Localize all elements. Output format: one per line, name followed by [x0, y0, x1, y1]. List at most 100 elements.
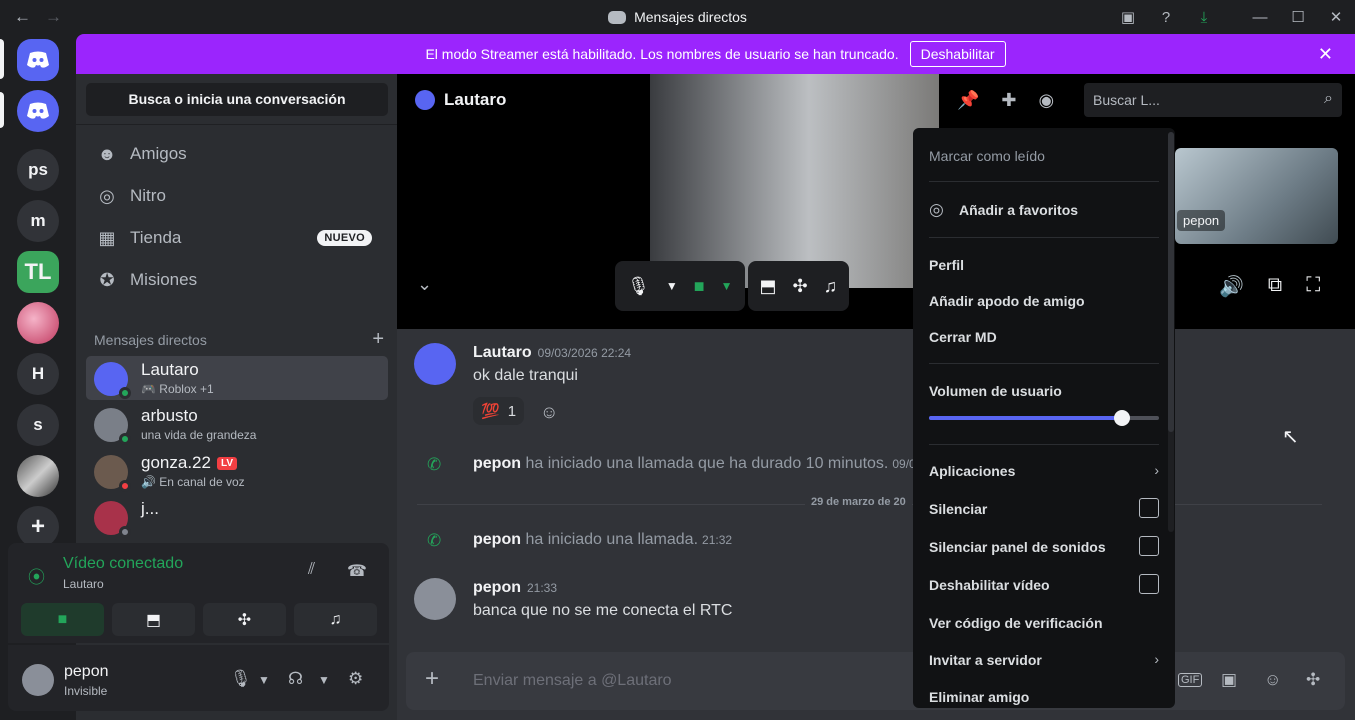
reaction-pill[interactable]: 💯 1 [473, 397, 525, 425]
disconnect-icon[interactable]: ☎ [347, 561, 367, 581]
add-reaction-icon[interactable]: ☺ [540, 402, 558, 423]
dm-item-lautaro[interactable]: Lautaro 🎮 Roblox +1 [86, 356, 388, 400]
close-banner-icon[interactable]: ✕ [1318, 44, 1333, 65]
inbox-icon[interactable]: ▣ [1109, 8, 1147, 26]
camera-icon[interactable]: ■ [694, 276, 705, 297]
mute-checkbox[interactable] [1139, 498, 1159, 518]
menu-add-nickname[interactable]: Añadir apodo de amigo [929, 293, 1159, 309]
server-photo[interactable] [17, 455, 59, 497]
menu-apps[interactable]: Aplicaciones › [929, 462, 1159, 479]
find-conversation-button[interactable]: Busca o inicia una conversación [86, 83, 388, 116]
channel-name[interactable]: Lautaro [444, 90, 506, 110]
connection-signal-icon[interactable]: ⦿ [28, 563, 45, 588]
author-name[interactable]: pepon [473, 455, 521, 472]
scrollbar-thumb[interactable] [1168, 132, 1174, 432]
chevron-down-icon[interactable]: ▼ [666, 279, 678, 293]
nav-nitro[interactable]: ◎ Nitro [86, 176, 388, 216]
popout-icon[interactable]: ⧉ [1268, 274, 1282, 299]
menu-verification-code[interactable]: Ver código de verificación [929, 615, 1159, 631]
menu-mute-soundboard[interactable]: Silenciar panel de sonidos [929, 536, 1159, 556]
help-icon[interactable]: ? [1147, 9, 1185, 26]
noise-suppression-icon[interactable]: ⫽ [308, 561, 315, 579]
avatar[interactable] [22, 664, 54, 696]
user-volume-slider[interactable] [929, 410, 1159, 426]
user-name[interactable]: pepon [64, 663, 109, 681]
message-author[interactable]: Lautaro 09/03/2026 22:24 [473, 344, 631, 362]
video-view-controls: 🔊 ⧉ ⛶ [1219, 274, 1320, 299]
soundboard-icon[interactable]: ♫ [824, 276, 838, 297]
microphone-icon[interactable]: 🎙 [627, 276, 650, 297]
download-icon[interactable]: ⤓ [1185, 9, 1223, 26]
emoji-icon[interactable]: ☺ [1264, 670, 1281, 690]
add-friends-to-dm-icon[interactable]: ✚ [1001, 90, 1016, 111]
server-tl[interactable]: TL [17, 251, 59, 293]
menu-close-dm[interactable]: Cerrar MD [929, 329, 1159, 345]
server-h[interactable]: H [17, 353, 59, 395]
dm-item-arbusto[interactable]: arbusto una vida de grandeza [86, 402, 388, 446]
chevron-down-icon[interactable]: ⌄ [417, 274, 432, 295]
nav-quests[interactable]: ✪ Misiones [86, 260, 388, 300]
create-dm-icon[interactable]: + [372, 328, 384, 351]
server-ps[interactable]: ps [17, 149, 59, 191]
author-name[interactable]: pepon [473, 531, 521, 548]
server-flamingo[interactable] [17, 302, 59, 344]
message-composer[interactable]: + Enviar mensaje a @Lautaro GIF ▣ ☺ ✣ [406, 652, 1345, 710]
chevron-down-icon[interactable]: ▼ [318, 673, 330, 687]
menu-mute[interactable]: Silenciar [929, 498, 1159, 518]
server-m[interactable]: m [17, 200, 59, 242]
disable-streamer-button[interactable]: Deshabilitar [909, 41, 1006, 67]
search-input[interactable]: Buscar L... ⌕ [1084, 83, 1342, 117]
minimize-button[interactable]: — [1241, 9, 1279, 26]
author-name[interactable]: pepon [473, 579, 521, 596]
camera-button[interactable]: ■ [21, 603, 104, 636]
avatar[interactable] [414, 343, 456, 385]
menu-remove-friend[interactable]: Eliminar amigo [929, 689, 1159, 705]
server-dm-discord[interactable] [17, 90, 59, 132]
avatar[interactable] [414, 578, 456, 620]
dm-item-j[interactable]: j... [86, 495, 388, 539]
activities-button[interactable]: ✣ [203, 603, 286, 636]
pin-icon[interactable]: 📌 [957, 90, 979, 111]
soundboard-button[interactable]: ♫ [294, 603, 377, 636]
remote-video-stream[interactable] [650, 74, 939, 288]
attach-plus-icon[interactable]: + [425, 665, 439, 693]
menu-invite-server[interactable]: Invitar a servidor › [929, 651, 1159, 668]
home-button[interactable] [17, 39, 59, 81]
add-server-button[interactable]: + [17, 506, 59, 548]
menu-add-favorite[interactable]: ◎ Añadir a favoritos [929, 200, 1159, 219]
dm-item-gonza[interactable]: gonza.22 LV 🔊 En canal de voz [86, 449, 388, 493]
server-s[interactable]: s [17, 404, 59, 446]
fullscreen-icon[interactable]: ⛶ [1306, 274, 1320, 299]
nav-friends[interactable]: ☻ Amigos [86, 134, 388, 174]
slider-handle[interactable] [1114, 410, 1131, 426]
chevron-down-icon[interactable]: ▼ [258, 673, 270, 687]
share-screen-button[interactable]: ⬒ [112, 603, 195, 636]
author-name[interactable]: Lautaro [473, 344, 532, 361]
mute-soundboard-checkbox[interactable] [1139, 536, 1159, 556]
screen-share-icon[interactable]: ⬒ [760, 276, 777, 297]
menu-profile[interactable]: Perfil [929, 257, 1159, 273]
message-author[interactable]: pepon 21:33 [473, 579, 557, 597]
user-profile-icon[interactable]: ◉ [1039, 90, 1055, 111]
settings-gear-icon[interactable]: ⚙ [348, 669, 363, 689]
volume-icon[interactable]: 🔊 [1219, 274, 1244, 299]
sticker-icon[interactable]: ▣ [1221, 670, 1237, 690]
dm-activity: 🎮 Roblox +1 [141, 382, 214, 396]
activities-icon[interactable]: ✣ [793, 276, 808, 297]
nav-shop[interactable]: ▦ Tienda NUEVO [86, 218, 388, 258]
apps-icon[interactable]: ✣ [1306, 670, 1320, 690]
close-window-button[interactable]: ✕ [1317, 8, 1355, 26]
microphone-icon[interactable]: 🎙 [230, 669, 252, 689]
menu-scrollbar[interactable] [1168, 132, 1174, 532]
menu-disable-video[interactable]: Deshabilitar vídeo [929, 574, 1159, 594]
voice-status[interactable]: Vídeo conectado [63, 555, 183, 573]
maximize-button[interactable]: ☐ [1279, 8, 1317, 26]
status-online-icon [119, 387, 131, 399]
disable-video-checkbox[interactable] [1139, 574, 1159, 594]
gif-icon[interactable]: GIF [1178, 673, 1203, 687]
headphones-icon[interactable]: ☊ [288, 669, 303, 689]
chevron-down-icon[interactable]: ▼ [721, 279, 733, 293]
menu-divider [929, 444, 1159, 445]
menu-mark-read[interactable]: Marcar como leído [929, 148, 1159, 164]
voice-channel[interactable]: Lautaro [63, 577, 104, 591]
